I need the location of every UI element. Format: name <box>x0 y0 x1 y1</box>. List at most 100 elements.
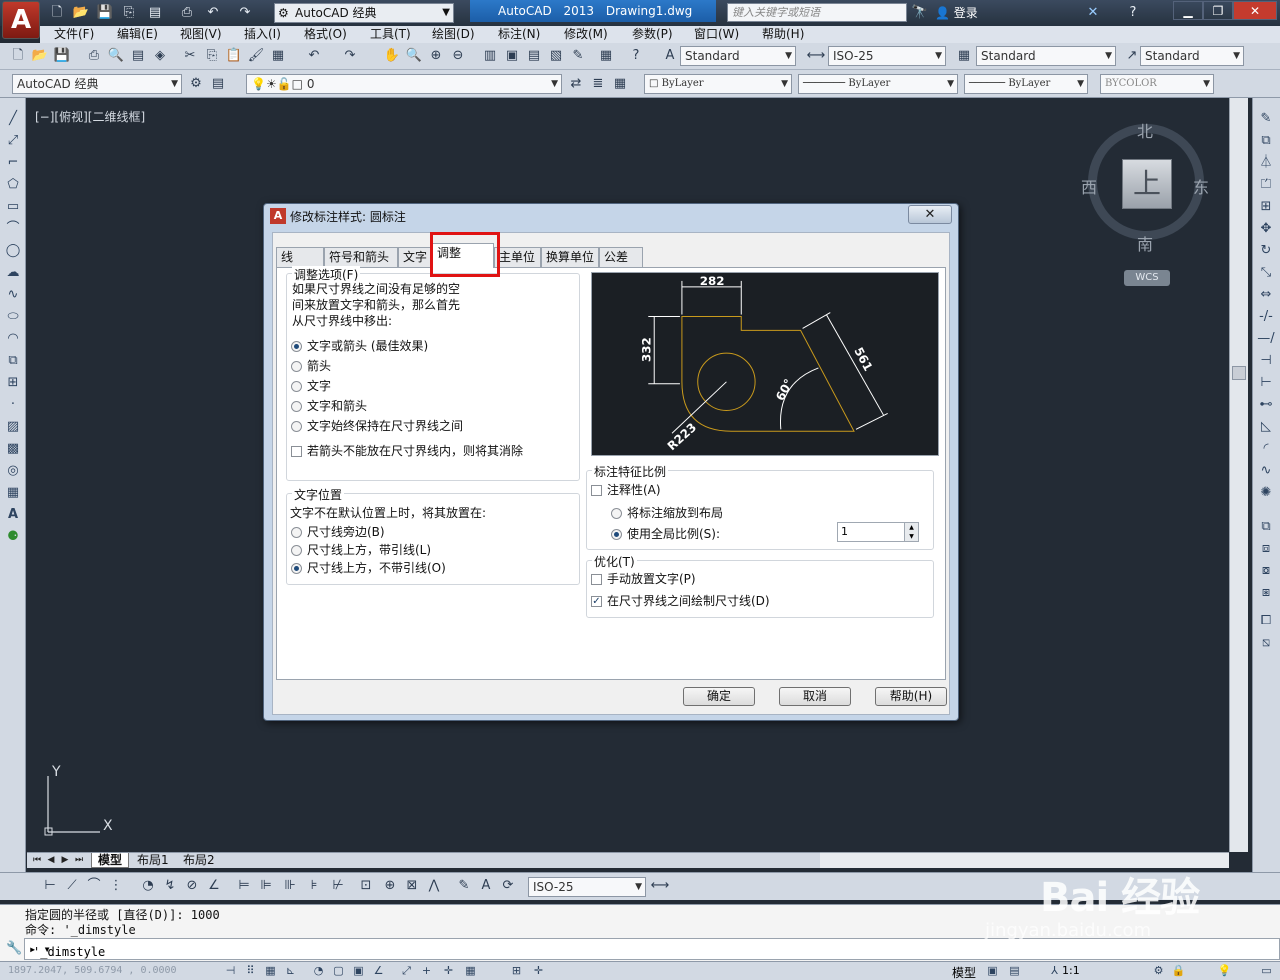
annotation-scale-icon[interactable]: ⅄ <box>1046 963 1063 979</box>
revcloud-icon[interactable]: ☁ <box>3 264 23 282</box>
tab-tolerances[interactable]: 公差 <box>599 247 643 267</box>
model-toggle[interactable]: 模型 <box>952 964 976 980</box>
zoom-previous-icon[interactable]: ⊖ <box>448 46 468 66</box>
compass-west[interactable]: 西 <box>1081 174 1097 198</box>
radio-always-keep[interactable] <box>291 421 302 432</box>
text-front-icon[interactable]: ⧠ <box>1256 612 1276 630</box>
coordinates[interactable]: 1897.2047, 509.6794 , 0.0000 <box>8 965 177 976</box>
gradient-icon[interactable]: ▩ <box>3 440 23 458</box>
workspace-switch-icon[interactable]: ⚙ <box>1150 963 1167 979</box>
radio-both[interactable] <box>291 401 302 412</box>
transparency-icon[interactable]: ▦ <box>462 963 479 979</box>
otrack-icon[interactable]: ∠ <box>370 963 387 979</box>
isolate-icon[interactable]: 💡 <box>1216 963 1233 979</box>
make-current-icon[interactable]: ⇄ <box>566 74 586 94</box>
dim-space-icon[interactable]: ⊧ <box>304 876 324 896</box>
layer-state-icon[interactable]: ▦ <box>610 74 630 94</box>
suppress-arrows-checkbox[interactable] <box>291 446 302 457</box>
restore-button[interactable]: ❐ <box>1203 1 1233 20</box>
table-style-select[interactable]: Standard ▼ <box>976 46 1116 66</box>
undo-icon[interactable]: ↶ <box>304 46 324 66</box>
menu-file[interactable]: 文件(F) <box>54 27 94 42</box>
arc-icon[interactable]: ⌒ <box>3 220 23 238</box>
cut-icon[interactable]: ✂ <box>180 46 200 66</box>
label-always-keep[interactable]: 文字始终保持在尺寸界线之间 <box>307 418 463 434</box>
menu-parametric[interactable]: 参数(P) <box>632 27 673 42</box>
open-icon[interactable]: 📂 <box>30 46 50 66</box>
line-icon[interactable]: ╱ <box>3 110 23 128</box>
match-properties-icon[interactable]: 🖌 <box>246 46 266 66</box>
help-button[interactable]: 帮助(H) <box>875 687 947 706</box>
block-editor-icon[interactable]: ▦ <box>268 46 288 66</box>
radio-over-with-leader[interactable] <box>291 545 302 556</box>
break-icon[interactable]: ⊢ <box>1256 374 1276 392</box>
infer-constraints-icon[interactable]: ⊣ <box>222 963 239 979</box>
tab-text[interactable]: 文字 <box>398 247 432 267</box>
pan-icon[interactable]: ✋ <box>382 46 402 66</box>
manual-text-label[interactable]: 手动放置文字(P) <box>607 571 696 587</box>
binoculars-icon[interactable]: 🔭 <box>911 4 929 22</box>
array-icon[interactable]: ⊞ <box>1256 198 1276 216</box>
new-file-icon[interactable]: 🗋 <box>48 4 66 22</box>
lineweight-icon[interactable]: ✛ <box>440 963 457 979</box>
menu-format[interactable]: 格式(O) <box>304 27 347 42</box>
menu-window[interactable]: 窗口(W) <box>694 27 739 42</box>
layer-previous-icon[interactable]: ≣ <box>588 74 608 94</box>
label-over-without-leader[interactable]: 尺寸线上方，不带引线(O) <box>307 560 446 576</box>
blend-curves-icon[interactable]: ∿ <box>1256 462 1276 480</box>
radio-beside-dimline[interactable] <box>291 527 302 538</box>
publish-icon[interactable]: ▤ <box>128 46 148 66</box>
rectangle-icon[interactable]: ▭ <box>3 198 23 216</box>
design-center-icon[interactable]: ▣ <box>502 46 522 66</box>
zoom-realtime-icon[interactable]: 🔍 <box>404 46 424 66</box>
bring-front-icon[interactable]: ⧈ <box>1256 540 1276 558</box>
menu-insert[interactable]: 插入(I) <box>244 27 281 42</box>
label-arrows[interactable]: 箭头 <box>307 358 331 374</box>
clean-screen-icon[interactable]: ▭ <box>1258 963 1275 979</box>
center-mark-icon[interactable]: ⊕ <box>380 876 400 896</box>
search-input[interactable]: 键入关键字或短语 <box>727 3 907 22</box>
dim-break-icon[interactable]: ⊬ <box>328 876 348 896</box>
label-both[interactable]: 文字和箭头 <box>307 398 367 414</box>
mirror-icon[interactable]: ⏃ <box>1256 154 1276 172</box>
draw-dimline-checkbox[interactable]: ✓ <box>591 596 602 607</box>
jogged-linear-icon[interactable]: ⋀ <box>424 876 444 896</box>
ortho-icon[interactable]: ⊾ <box>282 963 299 979</box>
explode-icon[interactable]: ✺ <box>1256 484 1276 502</box>
linear-dim-icon[interactable]: ⊢ <box>40 876 60 896</box>
dyn-icon[interactable]: + <box>418 963 435 979</box>
trim-icon[interactable]: -/- <box>1256 308 1276 326</box>
copy-icon[interactable]: ⎘ <box>202 46 222 66</box>
annotation-scale[interactable]: 1:1 <box>1062 964 1080 977</box>
ellipse-arc-icon[interactable]: ◠ <box>3 330 23 348</box>
last-tab-icon[interactable]: ⏭ <box>73 854 85 867</box>
cancel-button[interactable]: 取消 <box>779 687 851 706</box>
erase-icon[interactable]: ✎ <box>1256 110 1276 128</box>
angular-dim-icon[interactable]: ∠ <box>204 876 224 896</box>
manual-text-checkbox[interactable] <box>591 574 602 585</box>
inspection-icon[interactable]: ⊠ <box>402 876 422 896</box>
next-tab-icon[interactable]: ▶ <box>59 854 71 867</box>
redo-icon[interactable]: ↷ <box>236 4 254 22</box>
dim-style-select[interactable]: ISO-25 ▼ <box>828 46 946 66</box>
dim-text-edit-icon[interactable]: A <box>476 876 496 896</box>
plot-icon[interactable]: ⎙ <box>84 46 104 66</box>
use-overall-scale-label[interactable]: 使用全局比例(S): <box>627 526 720 542</box>
tab-model[interactable]: 模型 <box>91 853 130 868</box>
menu-view[interactable]: 视图(V) <box>180 27 222 42</box>
copy-object-icon[interactable]: ⧉ <box>1256 132 1276 150</box>
radio-text[interactable] <box>291 381 302 392</box>
polar-icon[interactable]: ◔ <box>310 963 327 979</box>
login-link[interactable]: 👤 登录 <box>935 4 978 22</box>
ellipse-icon[interactable]: ⬭ <box>3 308 23 326</box>
workspace-settings-icon[interactable]: ⚙ <box>186 74 206 94</box>
redo-icon[interactable]: ↷ <box>340 46 360 66</box>
wrench-icon[interactable]: 🔧 <box>6 941 22 956</box>
plotstyle-select[interactable]: BYCOLOR ▼ <box>1100 74 1214 94</box>
quick-properties-icon[interactable]: ⊞ <box>508 963 525 979</box>
region-icon[interactable]: ◎ <box>3 462 23 480</box>
diameter-dim-icon[interactable]: ⊘ <box>182 876 202 896</box>
aligned-dim-icon[interactable]: ⟋ <box>62 876 82 896</box>
workspace-combo[interactable]: AutoCAD 经典 ▼ <box>12 74 182 94</box>
hatch-back-icon[interactable]: ⧅ <box>1256 634 1276 652</box>
